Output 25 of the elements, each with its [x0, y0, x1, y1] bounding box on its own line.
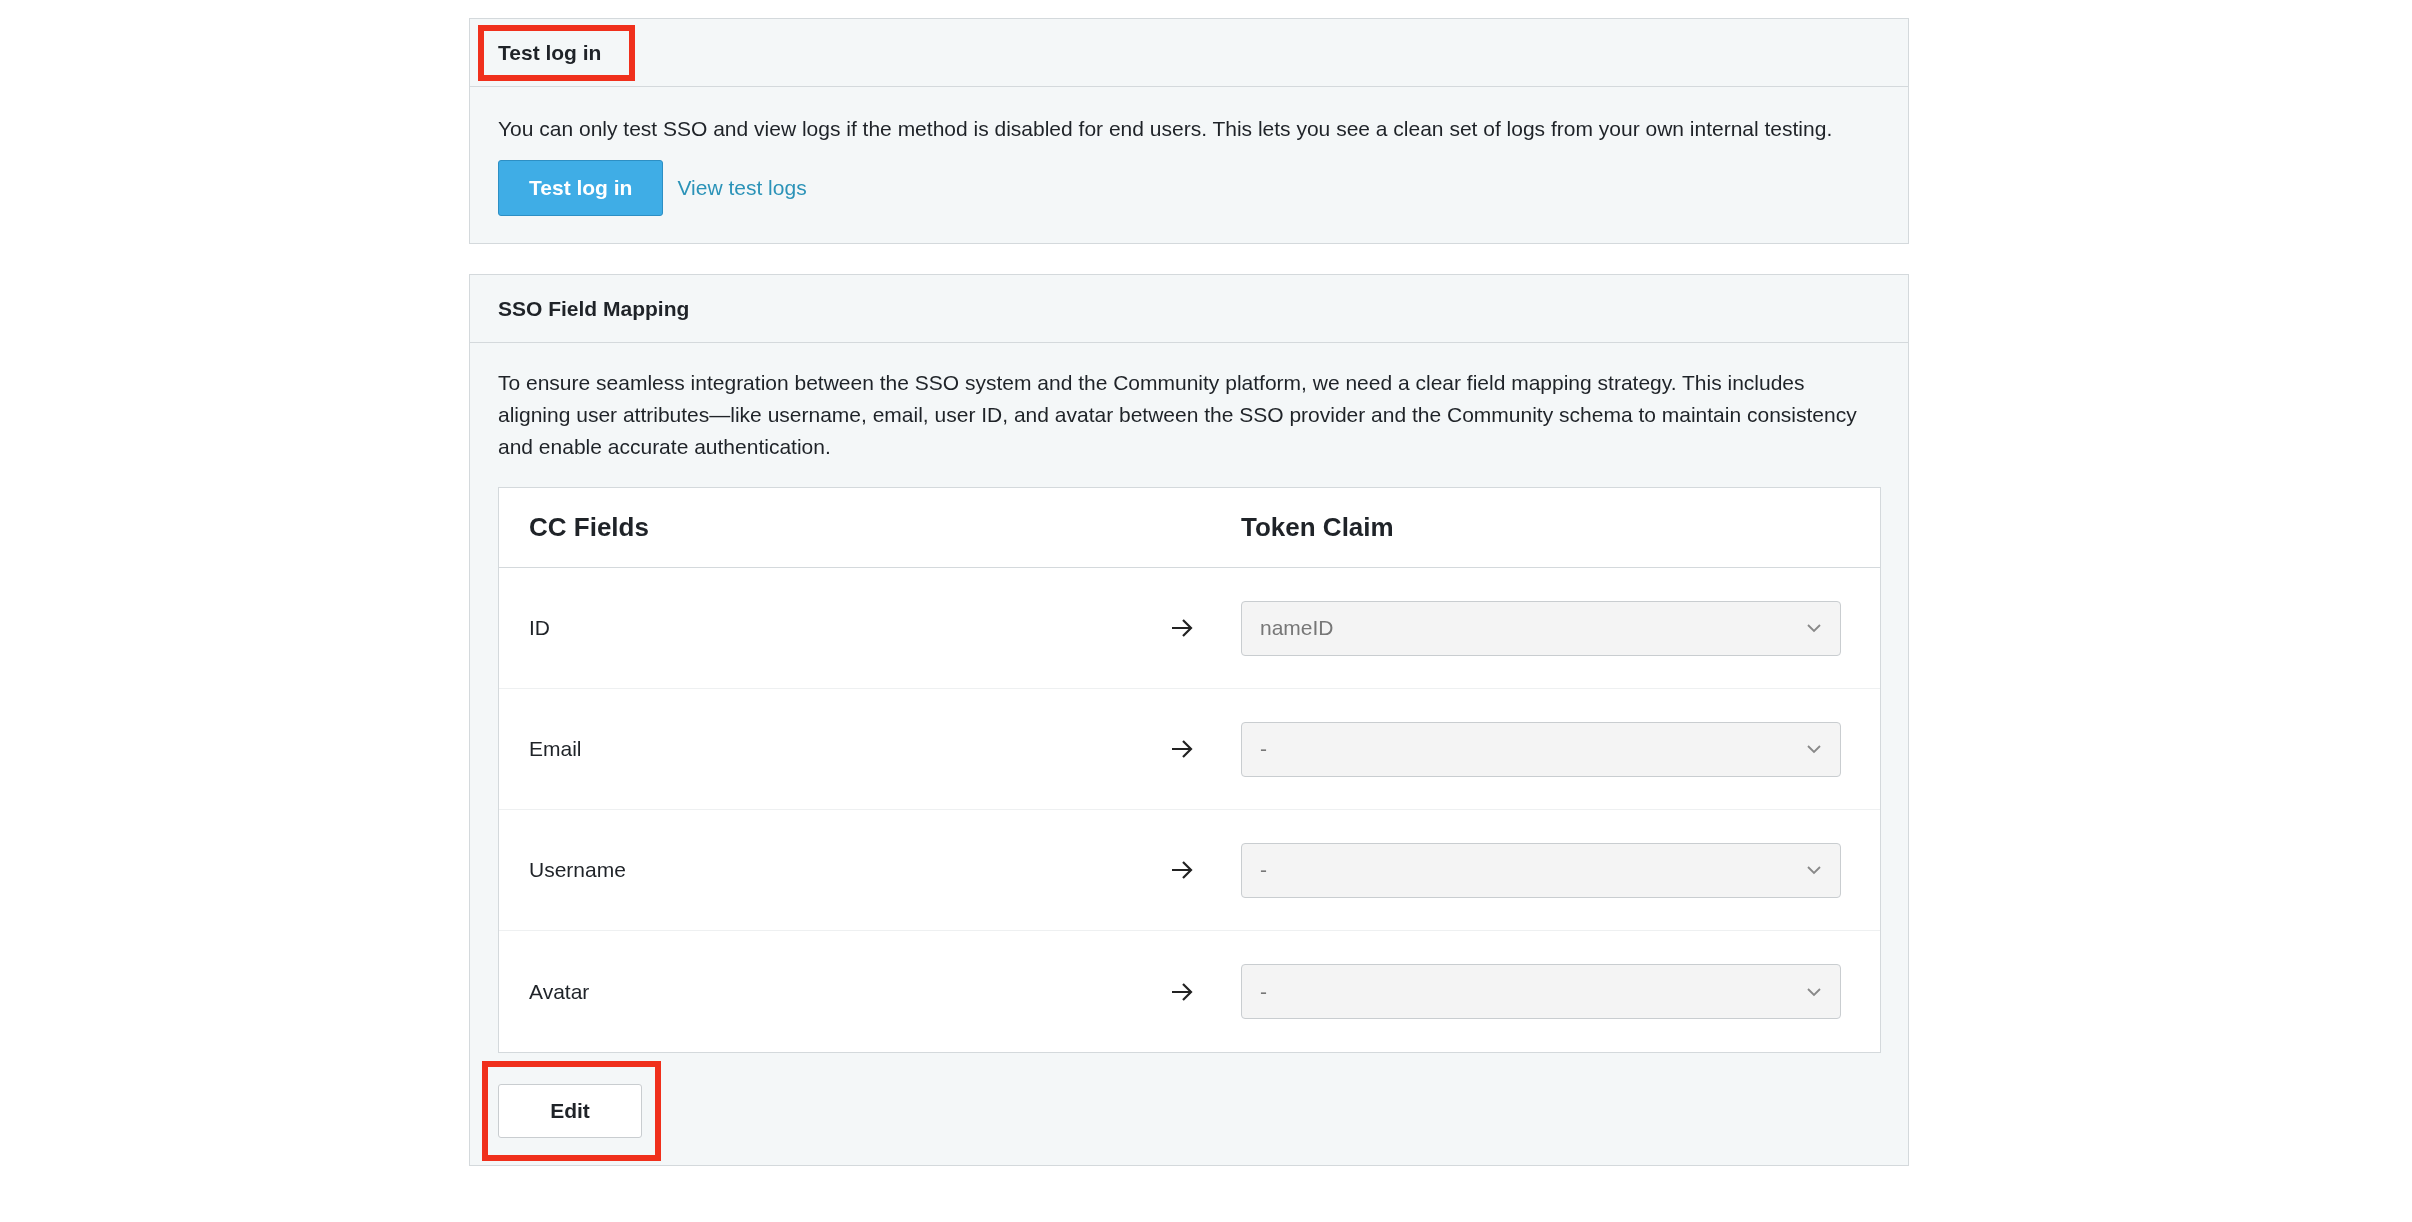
column-header: Token Claim	[1241, 511, 1394, 544]
field-label: Avatar	[529, 978, 591, 1005]
right-arrow-icon	[1170, 859, 1194, 881]
panel-title: Test log in	[498, 39, 602, 66]
field-label: Username	[529, 857, 627, 884]
right-arrow-icon	[1170, 980, 1194, 1003]
edit-button[interactable]: Edit	[498, 1084, 642, 1138]
field-label: Email	[529, 736, 583, 763]
panel-description: To ensure seamless integration between the SSO system and the Community platform, we need a clear field mapping strategy. This includes aligning user attributes—like username, email, user ID, and avatar between the SSO provider and the Community schema to maintain consistency and enable accurate authentication.	[498, 370, 1858, 460]
claim-select[interactable]: nameID	[1241, 600, 1841, 656]
chevron-down-icon	[1806, 744, 1822, 754]
chevron-down-icon	[1806, 986, 1822, 997]
chevron-down-icon	[1806, 623, 1822, 633]
right-arrow-icon	[1170, 738, 1194, 760]
claim-select[interactable]: -	[1241, 842, 1841, 898]
claim-select[interactable]: -	[1241, 721, 1841, 777]
chevron-down-icon	[1806, 865, 1822, 875]
column-header: CC Fields	[529, 511, 650, 544]
field-label: ID	[529, 615, 551, 642]
panel-description: You can only test SSO and view logs if the method is disabled for end users. This lets you see a clean set of logs from your own internal testing.	[498, 116, 1834, 142]
view-test-logs-link[interactable]: View test logs	[677, 172, 807, 204]
claim-select[interactable]: -	[1241, 964, 1841, 1019]
panel-title: SSO Field Mapping	[498, 295, 690, 322]
test-login-button[interactable]: Test log in	[498, 160, 664, 216]
right-arrow-icon	[1170, 617, 1194, 639]
